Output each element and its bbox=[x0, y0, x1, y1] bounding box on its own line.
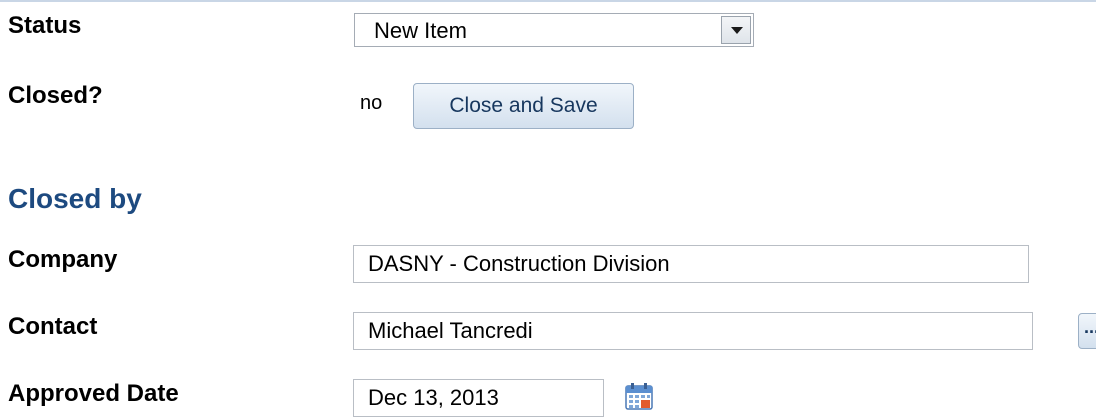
status-selected-value: New Item bbox=[374, 18, 467, 43]
close-and-save-button[interactable]: Close and Save bbox=[413, 83, 634, 129]
status-label: Status bbox=[8, 12, 82, 39]
company-field[interactable] bbox=[353, 245, 1029, 283]
status-select[interactable]: New Item bbox=[354, 13, 754, 47]
approved-date-field[interactable] bbox=[353, 379, 604, 417]
approved-date-label: Approved Date bbox=[8, 380, 179, 407]
contact-label: Contact bbox=[8, 313, 98, 340]
contact-field[interactable] bbox=[353, 312, 1033, 350]
top-border bbox=[0, 0, 1096, 2]
closed-by-heading: Closed by bbox=[8, 183, 142, 214]
company-label: Company bbox=[8, 246, 118, 273]
calendar-icon[interactable] bbox=[624, 381, 654, 411]
closed-label: Closed? bbox=[8, 82, 103, 109]
closed-value: no bbox=[360, 92, 383, 114]
chevron-down-icon[interactable] bbox=[721, 16, 751, 44]
contact-lookup-button[interactable]: ... bbox=[1078, 313, 1096, 349]
